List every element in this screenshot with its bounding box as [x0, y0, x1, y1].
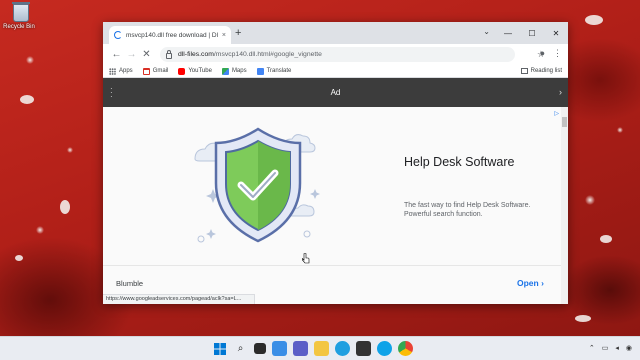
start-button[interactable]: [212, 341, 227, 356]
paint-splash: [600, 235, 612, 243]
ad-menu-icon[interactable]: · · ·: [110, 85, 113, 101]
maximize-button[interactable]: ☐: [520, 29, 544, 38]
close-window-button[interactable]: ✕: [544, 29, 568, 38]
url-text: dll-files.com/msvcp140.dll.html#google_v…: [178, 51, 322, 58]
widgets-icon[interactable]: [272, 341, 287, 356]
ad-divider: [103, 265, 561, 266]
translate-icon: [256, 67, 264, 75]
bookmark-label: YouTube: [188, 68, 212, 74]
tab-close-icon[interactable]: ×: [222, 32, 226, 39]
paint-splash: [15, 255, 23, 261]
notification-icon[interactable]: ◉: [626, 344, 632, 352]
mouse-cursor-icon: [302, 253, 310, 264]
navigation-toolbar: ← → ✕ dll-files.com/msvcp140.dll.html#go…: [103, 44, 568, 65]
tab-search-icon[interactable]: ⌄: [483, 27, 490, 36]
bookmark-translate[interactable]: Translate: [256, 67, 292, 75]
ad-description: The fast way to find Help Desk Software.…: [404, 202, 531, 218]
title-bar: msvcp140.dll free download | Dl × + ⌄ — …: [103, 22, 568, 44]
more-menu-icon[interactable]: ⋮: [553, 48, 562, 59]
volume-icon[interactable]: ◂: [615, 344, 619, 352]
adchoices-icon[interactable]: ▷: [554, 110, 559, 117]
window-controls: — ☐ ✕: [496, 22, 568, 44]
scrollbar-thumb[interactable]: [562, 117, 567, 127]
ad-label: Ad: [330, 88, 341, 97]
url-host: dll-files.com: [178, 51, 214, 58]
taskbar-icons: ⌕: [212, 341, 413, 356]
web-page: · · · Ad › Help Desk Software The fast w…: [103, 78, 568, 304]
forward-button[interactable]: →: [124, 49, 139, 60]
file-explorer-icon[interactable]: [314, 341, 329, 356]
bookmark-maps[interactable]: Maps: [221, 67, 247, 75]
bookmark-label: Maps: [231, 68, 247, 74]
system-tray: ⌃ ▭ ◂ ◉: [589, 344, 632, 352]
chevron-right-icon: ›: [541, 278, 544, 288]
ad-close-icon[interactable]: ›: [559, 87, 562, 97]
loading-spinner-icon: [114, 31, 122, 39]
bookmark-gmail[interactable]: Gmail: [142, 67, 169, 75]
tray-chevron-icon[interactable]: ⌃: [589, 344, 595, 352]
recycle-bin-shortcut[interactable]: Recycle Bin: [3, 2, 38, 30]
ad-open-button[interactable]: Open ›: [517, 278, 544, 288]
paint-splash: [575, 315, 591, 322]
chrome-icon[interactable]: [398, 341, 413, 356]
bookmark-apps[interactable]: Apps: [109, 67, 133, 75]
bookmark-label: Translate: [266, 68, 292, 74]
recycle-bin-label: Recycle Bin: [3, 24, 35, 30]
taskbar: ⌕ ⌃ ▭ ◂ ◉: [0, 336, 640, 360]
stop-loading-button[interactable]: ✕: [139, 49, 154, 60]
reading-list-icon: [520, 68, 528, 74]
maps-icon: [221, 67, 229, 75]
youtube-icon: [178, 67, 186, 75]
back-button[interactable]: ←: [109, 49, 124, 60]
tab-title: msvcp140.dll free download | Dl: [126, 31, 219, 39]
toolbar-actions: ● ⋮: [540, 48, 562, 59]
chat-icon[interactable]: [293, 341, 308, 356]
page-scrollbar[interactable]: [561, 107, 568, 304]
bookmark-label: Gmail: [152, 68, 169, 74]
active-tab[interactable]: msvcp140.dll free download | Dl ×: [109, 26, 231, 44]
paint-splash: [60, 200, 70, 214]
task-view-icon[interactable]: [254, 343, 266, 354]
store-icon[interactable]: [356, 341, 371, 356]
address-bar[interactable]: dll-files.com/msvcp140.dll.html#google_v…: [160, 47, 545, 62]
profile-icon[interactable]: ●: [540, 48, 545, 59]
windows-logo-icon: [213, 342, 226, 355]
recycle-bin-icon: [12, 2, 30, 22]
url-path: /msvcp140.dll.html#google_vignette: [213, 51, 322, 58]
paint-splash: [585, 15, 603, 25]
paint-splash: [20, 95, 34, 104]
open-label: Open: [517, 278, 539, 288]
lock-icon[interactable]: [166, 49, 172, 59]
ad-header-bar: · · · Ad ›: [103, 78, 568, 107]
browser-window: msvcp140.dll free download | Dl × + ⌄ — …: [103, 22, 568, 304]
apps-icon: [109, 67, 116, 75]
bookmark-label: Apps: [119, 68, 133, 74]
ad-content[interactable]: Help Desk Software The fast way to find …: [103, 107, 561, 304]
skype-icon[interactable]: [377, 341, 392, 356]
new-tab-button[interactable]: +: [235, 27, 241, 39]
shield-check-illustration: [194, 127, 320, 243]
network-icon[interactable]: ▭: [602, 344, 609, 352]
gmail-icon: [142, 67, 150, 75]
advertiser-name: Blumble: [116, 279, 144, 288]
bookmark-youtube[interactable]: YouTube: [178, 67, 212, 75]
reading-list-button[interactable]: Reading list: [520, 68, 562, 74]
reading-list-label: Reading list: [530, 68, 562, 74]
ad-heading[interactable]: Help Desk Software: [404, 155, 514, 169]
search-icon[interactable]: ⌕: [233, 341, 248, 356]
edge-icon[interactable]: [335, 341, 350, 356]
minimize-button[interactable]: —: [496, 29, 520, 38]
link-status-bar: https://www.googleadservices.com/pagead/…: [103, 294, 255, 304]
bookmarks-bar: Apps Gmail YouTube Maps Translate Readin…: [103, 65, 568, 78]
